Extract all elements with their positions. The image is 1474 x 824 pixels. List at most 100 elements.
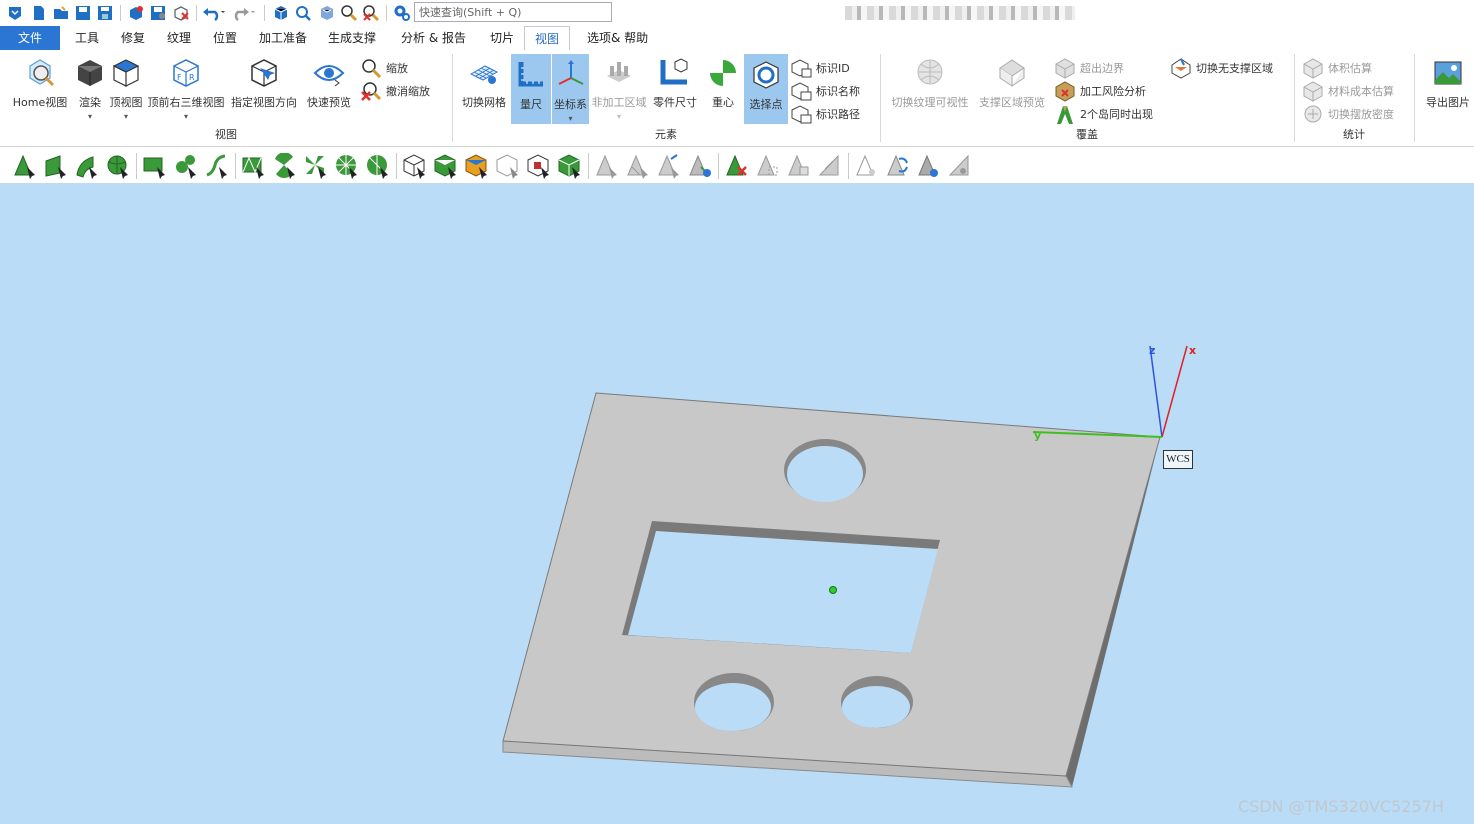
save-icon[interactable] [74, 4, 92, 22]
open-file-icon[interactable] [52, 4, 70, 22]
3d-viewport[interactable]: z x y WCS [0, 183, 1474, 824]
select-part-shell-icon[interactable] [557, 153, 583, 179]
select-part-green-icon[interactable] [433, 153, 459, 179]
select-ring-icon[interactable] [365, 153, 391, 179]
toggle-placement-density-label: 切换摆放密度 [1328, 108, 1394, 121]
quick-search-input[interactable]: 快速查询(Shift + Q) [414, 2, 612, 22]
select-star-icon[interactable] [303, 153, 329, 179]
machining-risk-analysis-button[interactable]: 加工风险分析 [1054, 79, 1164, 102]
tab-analysis-report[interactable]: 分析 & 报告 [401, 26, 466, 50]
support-area-preview-button[interactable]: 支撑区域预览 [976, 52, 1048, 122]
volume-estimate-button[interactable]: 体积估算 [1302, 56, 1412, 79]
triangle-outline-icon[interactable] [854, 153, 880, 179]
triangle-filter-6-icon[interactable] [786, 153, 812, 179]
tab-slice[interactable]: 切片 [490, 26, 514, 50]
redo-icon[interactable] [232, 4, 256, 22]
toolbar-separator [396, 153, 397, 179]
triangle-filter-3-icon[interactable] [656, 153, 682, 179]
toggle-placement-density-button[interactable]: 切换摆放密度 [1302, 102, 1412, 124]
zoom-button[interactable]: 缩放 [360, 56, 440, 79]
tab-options-help[interactable]: 选项& 帮助 [587, 26, 648, 50]
delete-triangle-icon[interactable] [724, 153, 750, 179]
ruler-button[interactable]: 量尺 [511, 54, 551, 124]
select-face-icon[interactable] [43, 153, 69, 179]
triangle-view-icon[interactable] [916, 153, 942, 179]
select-edge-icon[interactable] [204, 153, 230, 179]
tab-repair[interactable]: 修复 [121, 26, 145, 50]
tab-generate-support[interactable]: 生成支撑 [328, 26, 376, 50]
cube-view-icon[interactable] [272, 4, 290, 22]
render-button[interactable]: 渲染 ▾ [74, 52, 106, 122]
zoom-label: 缩放 [386, 62, 408, 75]
scene-canvas[interactable] [0, 183, 1474, 824]
save-all-icon[interactable] [96, 4, 114, 22]
select-sphere-icon[interactable] [105, 153, 131, 179]
zoom-icon[interactable] [340, 4, 358, 22]
select-part-icon[interactable] [402, 153, 428, 179]
select-curved-face-icon[interactable] [74, 153, 100, 179]
hole-bottom-left[interactable] [695, 683, 771, 731]
undo-zoom-button[interactable]: 撤消缩放 [360, 79, 440, 101]
out-of-bounds-button[interactable]: 超出边界 [1054, 56, 1164, 79]
toggle-texture-visibility-button[interactable]: 切换纹理可视性 [888, 52, 972, 122]
undo-zoom-icon[interactable] [362, 4, 380, 22]
render-label: 渲染 [79, 96, 101, 109]
select-plane-icon[interactable] [142, 153, 168, 179]
rect-cutout[interactable] [628, 531, 938, 653]
settings-gear-icon[interactable] [393, 4, 411, 22]
triangle-filter-4-icon[interactable] [687, 153, 713, 179]
select-part-orange-icon[interactable] [464, 153, 490, 179]
triangle-filter-5-icon[interactable] [755, 153, 781, 179]
triangle-filter-1-icon[interactable] [594, 153, 620, 179]
triangle-shadow-icon[interactable] [947, 153, 973, 179]
home-view-button[interactable]: Home视图 [10, 52, 70, 122]
front-right-3d-view-button[interactable]: FR 顶前右三维视图 ▾ [146, 52, 226, 122]
z-axis-line [1149, 345, 1163, 438]
select-fan-icon[interactable] [272, 153, 298, 179]
toggle-no-support-area-button[interactable]: 切换无支撑区域 [1170, 56, 1286, 79]
toggle-mesh-button[interactable]: 切换网格 [458, 52, 510, 122]
triangle-flip-icon[interactable] [885, 153, 911, 179]
triangle-filter-2-icon[interactable] [625, 153, 651, 179]
tab-position[interactable]: 位置 [213, 26, 237, 50]
mark-name-button[interactable]: 标识名称 [790, 79, 870, 101]
zoom-fit-icon[interactable] [294, 4, 312, 22]
hole-top[interactable] [787, 446, 863, 502]
window-title-blurred [845, 6, 1075, 20]
save-part-icon[interactable] [149, 4, 167, 22]
zoom-part-icon[interactable] [318, 4, 336, 22]
select-shell-icon[interactable] [173, 153, 199, 179]
import-part-icon[interactable] [127, 4, 145, 22]
select-part-outline-icon[interactable] [495, 153, 521, 179]
select-point-button[interactable]: 选择点 [744, 54, 788, 124]
select-wheel-icon[interactable] [334, 153, 360, 179]
hole-bottom-right[interactable] [842, 686, 910, 728]
tab-file[interactable]: 文件 [0, 26, 60, 50]
select-triangle-icon[interactable] [12, 153, 38, 179]
part-size-button[interactable]: 零件尺寸 [650, 52, 700, 122]
set-view-direction-button[interactable]: 指定视图方向 [230, 52, 298, 122]
export-image-button[interactable]: 导出图片 [1422, 52, 1474, 122]
tab-texture[interactable]: 纹理 [167, 26, 191, 50]
two-islands-button[interactable]: 2个岛同时出现 [1054, 102, 1164, 124]
select-mesh-icon[interactable] [241, 153, 267, 179]
material-cost-estimate-button[interactable]: 材料成本估算 [1302, 79, 1412, 102]
center-of-gravity-button[interactable]: 重心 [704, 52, 742, 122]
mark-id-button[interactable]: 标识ID [790, 56, 870, 78]
new-file-icon[interactable] [30, 4, 48, 22]
select-part-red-icon[interactable] [526, 153, 552, 179]
mark-path-button[interactable]: 标识路径 [790, 102, 870, 124]
top-view-button[interactable]: 顶视图 ▾ [108, 52, 144, 122]
coordinate-system-button[interactable]: 坐标系 ▾ [552, 54, 589, 124]
tab-view[interactable]: 视图 [524, 26, 570, 51]
non-machining-area-button[interactable]: 非加工区域 ▾ [591, 52, 647, 122]
set-view-direction-label: 指定视图方向 [231, 96, 297, 109]
group-separator [1414, 54, 1415, 142]
triangle-filter-7-icon[interactable] [817, 153, 843, 179]
tab-machining-prep[interactable]: 加工准备 [259, 26, 307, 50]
qat-separator [196, 5, 197, 21]
tab-tools[interactable]: 工具 [75, 26, 99, 50]
delete-part-icon[interactable] [172, 4, 190, 22]
undo-icon[interactable] [202, 4, 226, 22]
quick-preview-button[interactable]: 快速预览 [302, 52, 356, 122]
